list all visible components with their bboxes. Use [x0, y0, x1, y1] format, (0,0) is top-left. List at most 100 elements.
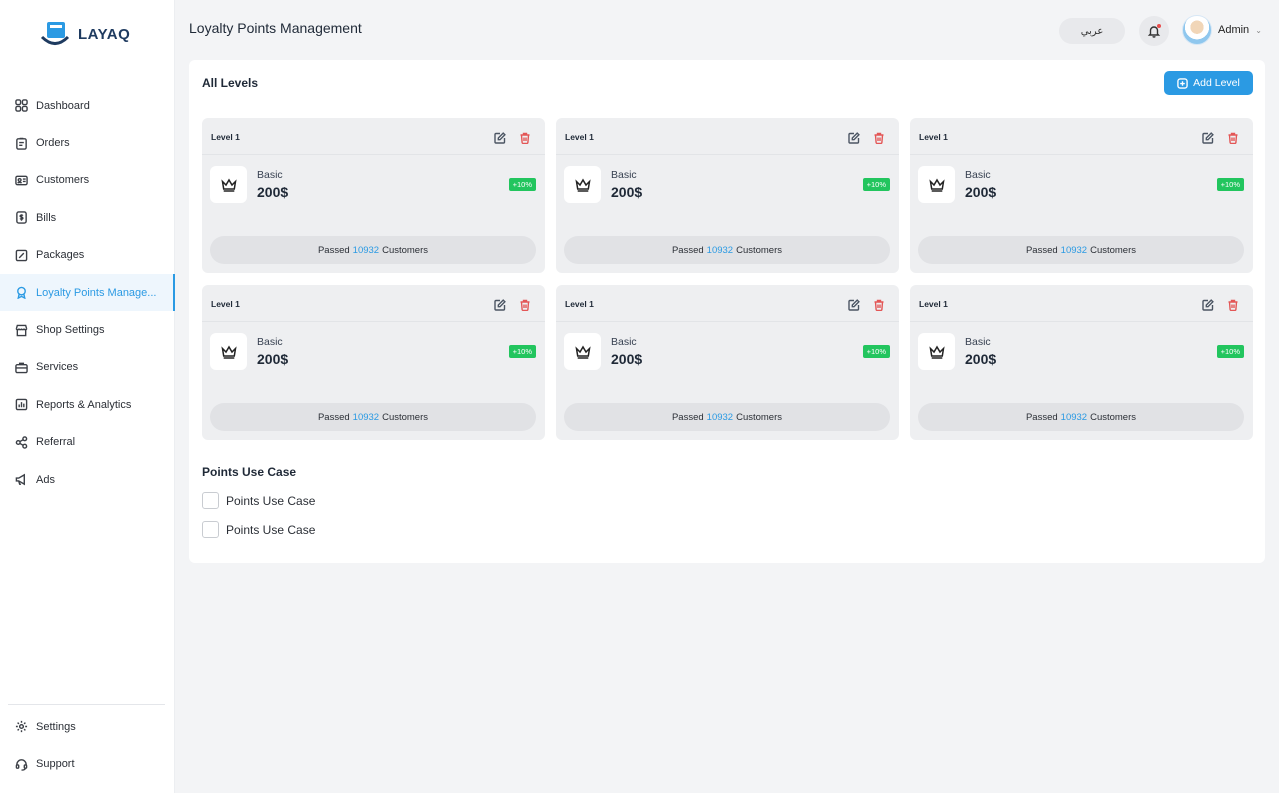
- sidebar-item-ads[interactable]: Ads: [0, 461, 175, 498]
- points-use-case-title: Points Use Case: [202, 465, 297, 479]
- level-card: Level 1 Basic 200$ +10% Passed 10932 Cus…: [910, 285, 1253, 440]
- tier-price: 200$: [257, 351, 289, 367]
- dollar-icon: [14, 211, 28, 225]
- level-card-header: Level 1: [202, 285, 545, 322]
- tier-name: Basic: [257, 336, 283, 348]
- trash-icon[interactable]: [1227, 131, 1239, 145]
- edit-icon[interactable]: [494, 298, 506, 311]
- id-card-icon: [14, 173, 28, 187]
- use-case-option[interactable]: Points Use Case: [202, 492, 315, 509]
- sidebar-item-label: Support: [36, 758, 75, 771]
- crown-icon: [574, 345, 591, 359]
- passed-customers-pill: Passed 10932 Customers: [918, 236, 1244, 264]
- level-card-header: Level 1: [910, 118, 1253, 155]
- use-case-label: Points Use Case: [226, 522, 316, 537]
- sidebar-item-label: Settings: [36, 720, 76, 733]
- sidebar-item-label: Reports & Analytics: [36, 398, 132, 411]
- notifications-button[interactable]: [1139, 16, 1169, 46]
- edit-icon[interactable]: [1202, 298, 1214, 311]
- logo-icon: [40, 22, 70, 45]
- logo[interactable]: LAYAQ: [40, 20, 130, 48]
- sidebar-item-label: Shop Settings: [36, 324, 105, 337]
- award-icon: [14, 286, 28, 300]
- sidebar-nav: Dashboard Orders Customers Bills Package…: [0, 87, 175, 498]
- crown-icon: [220, 345, 237, 359]
- sidebar-divider: [8, 704, 165, 705]
- sidebar-item-support[interactable]: Support: [0, 745, 175, 782]
- passed-prefix: Passed: [1025, 244, 1058, 256]
- sidebar-item-label: Packages: [36, 249, 85, 262]
- crown-icon: [928, 345, 945, 359]
- page-title: Loyalty Points Management: [189, 20, 362, 36]
- level-card: Level 1 Basic 200$ +10% Passed 10932 Cus…: [202, 285, 545, 440]
- sidebar-item-referral[interactable]: Referral: [0, 424, 175, 461]
- passed-customers-pill: Passed 10932 Customers: [210, 236, 536, 264]
- edit-icon[interactable]: [848, 298, 860, 311]
- sidebar-item-shop-settings[interactable]: Shop Settings: [0, 311, 175, 348]
- sidebar-item-label: Loyalty Points Manage...: [36, 286, 157, 299]
- trash-icon[interactable]: [519, 131, 531, 145]
- trash-icon[interactable]: [873, 298, 885, 312]
- sidebar-bottom-nav: Settings Support: [0, 708, 175, 783]
- sidebar-item-loyalty-points[interactable]: Loyalty Points Manage...: [0, 273, 175, 312]
- tier-price: 200$: [611, 184, 643, 200]
- sidebar-item-settings[interactable]: Settings: [0, 708, 175, 745]
- level-label: Level 1: [919, 299, 948, 309]
- trash-icon[interactable]: [1227, 298, 1239, 312]
- sidebar-item-customers[interactable]: Customers: [0, 162, 175, 199]
- use-case-checkbox[interactable]: [202, 521, 219, 538]
- level-card-header: Level 1: [910, 285, 1253, 322]
- level-label: Level 1: [211, 132, 240, 142]
- passed-count: 10932: [706, 244, 734, 256]
- sidebar-item-bills[interactable]: Bills: [0, 199, 175, 236]
- sidebar-item-reports[interactable]: Reports & Analytics: [0, 386, 175, 423]
- sidebar-item-label: Ads: [36, 473, 55, 486]
- level-card-header: Level 1: [556, 118, 899, 155]
- passed-customers-pill: Passed 10932 Customers: [918, 403, 1244, 431]
- trash-icon[interactable]: [873, 131, 885, 145]
- sidebar-item-packages[interactable]: Packages: [0, 237, 175, 274]
- sidebar-item-label: Services: [36, 361, 79, 374]
- sidebar-item-label: Bills: [36, 211, 57, 224]
- edit-icon[interactable]: [848, 131, 860, 144]
- passed-count: 10932: [1060, 411, 1088, 423]
- crown-icon: [574, 178, 591, 192]
- passed-customers-pill: Passed 10932 Customers: [210, 403, 536, 431]
- user-menu[interactable]: Admin ⌄: [1182, 15, 1262, 45]
- sidebar-item-orders[interactable]: Orders: [0, 124, 175, 161]
- share-icon: [14, 435, 28, 449]
- percent-badge: +10%: [862, 178, 890, 191]
- passed-count: 10932: [706, 411, 734, 423]
- passed-count: 10932: [352, 411, 380, 423]
- edit-icon[interactable]: [1202, 131, 1214, 144]
- sidebar-item-dashboard[interactable]: Dashboard: [0, 87, 175, 124]
- sidebar-item-services[interactable]: Services: [0, 349, 175, 386]
- use-case-checkbox[interactable]: [202, 492, 219, 509]
- passed-prefix: Passed: [317, 411, 350, 423]
- levels-title: All Levels: [202, 76, 259, 90]
- passed-suffix: Customers: [1090, 411, 1137, 423]
- user-name: Admin: [1218, 24, 1250, 36]
- percent-badge: +10%: [1216, 178, 1244, 191]
- passed-suffix: Customers: [736, 411, 783, 423]
- language-toggle-button[interactable]: عربي: [1059, 18, 1125, 44]
- crown-box: [564, 166, 601, 203]
- megaphone-icon: [14, 473, 28, 487]
- trash-icon[interactable]: [519, 298, 531, 312]
- shop-icon: [14, 323, 28, 337]
- passed-customers-pill: Passed 10932 Customers: [564, 403, 890, 431]
- tier-name: Basic: [965, 336, 991, 348]
- passed-customers-pill: Passed 10932 Customers: [564, 236, 890, 264]
- tier-price: 200$: [611, 351, 643, 367]
- level-label: Level 1: [919, 132, 948, 142]
- notification-dot: [1157, 24, 1161, 28]
- sidebar-item-label: Dashboard: [36, 99, 90, 112]
- add-level-button[interactable]: Add Level: [1164, 71, 1253, 95]
- passed-count: 10932: [1060, 244, 1088, 256]
- sidebar-item-label: Referral: [36, 436, 76, 449]
- percent-badge: +10%: [1216, 345, 1244, 358]
- sidebar: LAYAQ Dashboard Orders Customers Bills P…: [0, 0, 175, 793]
- use-case-option[interactable]: Points Use Case: [202, 521, 315, 538]
- crown-box: [210, 166, 247, 203]
- edit-icon[interactable]: [494, 131, 506, 144]
